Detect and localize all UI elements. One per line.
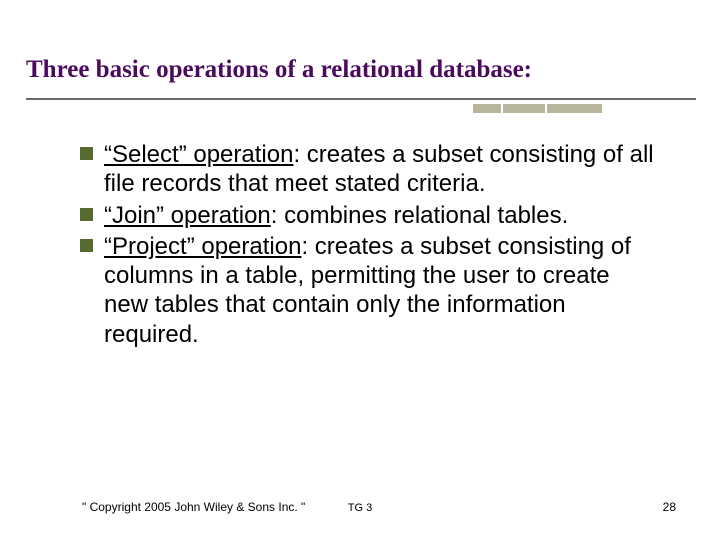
operation-name: “Select” operation: [104, 141, 293, 168]
title-wrap: Three basic operations of a relational d…: [26, 56, 690, 84]
operation-name: “Project” operation: [104, 233, 301, 260]
accent-bar: [547, 104, 602, 113]
accent-bars: [473, 104, 602, 113]
accent-bar: [503, 104, 545, 113]
accent-bar: [473, 104, 501, 113]
list-item: “Join” operation: combines relational ta…: [80, 201, 660, 230]
square-bullet-icon: [80, 147, 93, 160]
slide: Three basic operations of a relational d…: [0, 0, 720, 540]
operation-desc: : combines relational tables.: [271, 202, 569, 229]
list-item: “Project” operation: creates a subset co…: [80, 232, 660, 349]
operation-name: “Join” operation: [104, 202, 271, 229]
slide-title: Three basic operations of a relational d…: [26, 56, 690, 84]
horizontal-rule: [26, 98, 696, 100]
footer-page: 28: [663, 500, 676, 514]
body: “Select” operation: creates a subset con…: [80, 140, 660, 351]
square-bullet-icon: [80, 208, 93, 221]
list-item: “Select” operation: creates a subset con…: [80, 140, 660, 199]
square-bullet-icon: [80, 239, 93, 252]
footer-chapter: TG 3: [0, 502, 720, 514]
